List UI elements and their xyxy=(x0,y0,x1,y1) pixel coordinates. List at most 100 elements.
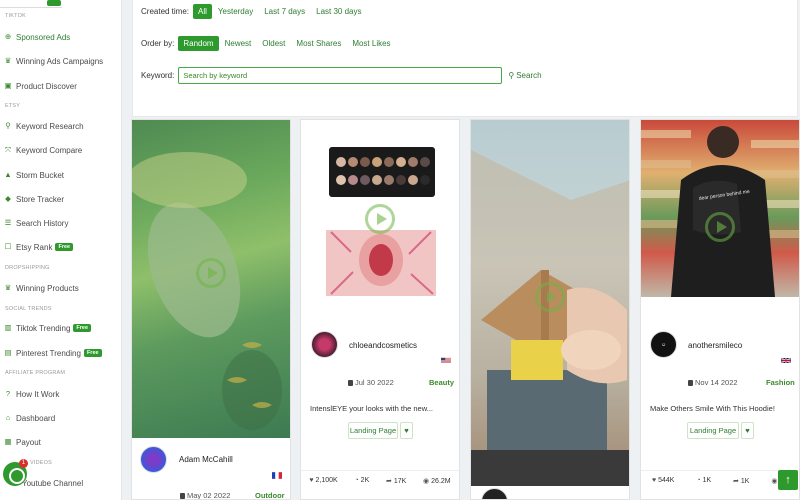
sidebar-item-winning-ads[interactable]: ♛ Winning Ads Campaigns xyxy=(4,53,104,69)
usa-flag-icon xyxy=(441,357,451,364)
post-date-text: Nov 14 2022 xyxy=(695,378,738,387)
comment-icon: ◔ xyxy=(354,477,359,484)
sidebar-top-pill xyxy=(47,0,61,6)
ad-card[interactable]: Adam McCahill May 02 2022 Outdoor xyxy=(131,119,291,500)
video-thumbnail[interactable] xyxy=(471,120,629,486)
views-count: 26.2M xyxy=(431,477,451,485)
created-option-30days[interactable]: Last 30 days xyxy=(311,4,366,19)
order-option-newest[interactable]: Newest xyxy=(220,36,257,51)
favorite-button[interactable]: ♥ xyxy=(400,422,413,439)
ad-card[interactable]: dear person behind me ☺ anothersmileco N… xyxy=(640,119,800,500)
sidebar-item-label: Etsy Rank xyxy=(16,242,53,252)
heart-icon: ♥ xyxy=(404,426,409,435)
video-thumbnail[interactable] xyxy=(301,120,459,305)
keyword-label: Keyword: xyxy=(141,71,175,80)
post-date: May 02 2022 xyxy=(180,491,231,500)
landing-page-button[interactable]: Landing Page xyxy=(687,422,739,439)
compare-icon: ⤧ xyxy=(5,145,11,154)
favorite-button[interactable]: ♥ xyxy=(741,422,754,439)
section-dropshipping: DROPSHIPPING xyxy=(5,265,50,271)
sidebar-item-winning-products[interactable]: ♛ Winning Products xyxy=(4,280,79,296)
sidebar-item-label: Winning Products xyxy=(16,283,79,293)
ad-card[interactable]: chloeandcosmetics Jul 30 2022 Beauty Int… xyxy=(300,119,460,500)
video-thumbnail[interactable]: dear person behind me xyxy=(641,120,799,297)
play-icon[interactable] xyxy=(196,258,226,288)
created-time-row: Created time: All Yesterday Last 7 days … xyxy=(141,4,368,19)
sidebar-item-youtube-channel[interactable]: Youtube Channel xyxy=(22,475,83,491)
sidebar-item-product-discover[interactable]: ▣ Product Discover xyxy=(4,78,77,94)
sidebar-top-tab[interactable] xyxy=(0,0,62,8)
section-tiktok: TIKTOK xyxy=(5,13,26,19)
avatar xyxy=(140,446,167,473)
order-by-row: Order by: Random Newest Oldest Most Shar… xyxy=(141,36,397,51)
comments-count: 1K xyxy=(702,477,712,484)
likes-count: 544K xyxy=(658,477,675,484)
sidebar-item-label: Dashboard xyxy=(16,413,56,423)
eye-icon: ◉ xyxy=(423,477,430,485)
order-option-most-likes[interactable]: Most Likes xyxy=(347,36,395,51)
sidebar-item-sponsored-ads[interactable]: ⊕ Sponsored Ads xyxy=(4,29,70,45)
keyword-input[interactable] xyxy=(178,67,503,84)
ad-description: IntenslEYE your looks with the new... xyxy=(310,404,433,413)
sidebar-item-keyword-compare[interactable]: ⤧ Keyword Compare xyxy=(4,142,82,158)
question-icon: ? xyxy=(5,389,11,398)
heart-icon: ♥ xyxy=(745,426,750,435)
sidebar-item-label: Tiktok Trending xyxy=(16,323,71,333)
play-icon[interactable] xyxy=(535,282,565,312)
share-icon: ➦ xyxy=(385,477,392,485)
post-date: Jul 30 2022 xyxy=(348,378,394,387)
heart-icon: ♥ xyxy=(651,477,657,484)
trophy-icon: ♛ xyxy=(4,283,12,292)
play-icon[interactable] xyxy=(705,212,735,242)
calendar-icon xyxy=(688,379,693,386)
stats-bar: ♥ 2,100K ◔ 2K ➦ 17K ◉ 26.2M xyxy=(301,470,459,490)
trophy-icon: ♛ xyxy=(4,56,12,65)
likes-stat: ♥ 2,100K xyxy=(309,477,337,484)
order-by-label: Order by: xyxy=(141,39,175,48)
sidebar-item-label: Product Discover xyxy=(16,81,77,91)
ad-description: Make Others Smile With This Hoodie! xyxy=(650,404,775,413)
sidebar-item-label: Youtube Channel xyxy=(22,478,84,488)
sidebar-item-storm-bucket[interactable]: ▲ Storm Bucket xyxy=(4,167,64,183)
free-badge: Free xyxy=(55,243,74,251)
likes-count: 2,100K xyxy=(315,477,338,484)
section-social-trends: SOCIAL TRENDS xyxy=(5,306,52,312)
sidebar-item-payout[interactable]: ▦ Payout xyxy=(4,434,40,450)
avatar: ☺ xyxy=(650,331,677,358)
created-option-all[interactable]: All xyxy=(193,4,212,19)
scroll-to-top-button[interactable]: ↑ xyxy=(778,470,798,490)
hoodie-photo-illustration: dear person behind me xyxy=(641,126,799,297)
created-option-yesterday[interactable]: Yesterday xyxy=(213,4,258,19)
landing-page-button[interactable]: Landing Page xyxy=(348,422,398,439)
views-stat: ◉ 26.2M xyxy=(423,477,451,485)
sidebar-item-tiktok-trending[interactable]: ▥ Tiktok Trending Free xyxy=(4,320,92,336)
avatar xyxy=(481,488,508,499)
sidebar: TIKTOK ⊕ Sponsored Ads ♛ Winning Ads Campa… xyxy=(0,0,122,500)
created-option-7days[interactable]: Last 7 days xyxy=(259,4,310,19)
sidebar-item-etsy-rank[interactable]: ☐ Etsy Rank Free xyxy=(4,239,74,255)
play-icon[interactable] xyxy=(365,204,395,234)
sidebar-item-pinterest-trending[interactable]: ▤ Pinterest Trending Free xyxy=(4,345,102,361)
sidebar-item-keyword-research[interactable]: ⚲ Keyword Research xyxy=(4,118,83,134)
pinterest-icon: ▤ xyxy=(4,348,12,357)
comment-icon: ◔ xyxy=(696,477,701,484)
sidebar-item-search-history[interactable]: ☰ Search History xyxy=(4,215,69,231)
post-date-text: May 02 2022 xyxy=(187,491,231,500)
video-thumbnail[interactable] xyxy=(132,120,290,438)
sidebar-item-store-tracker[interactable]: ◆ Store Tracker xyxy=(4,191,64,207)
category-label: Fashion xyxy=(766,378,795,387)
sidebar-item-label: Keyword Compare xyxy=(16,145,83,155)
search-button[interactable]: ⚲ Search xyxy=(508,71,541,80)
sidebar-item-dashboard[interactable]: ⌂ Dashboard xyxy=(4,410,55,426)
shares-stat: ➦ 1K xyxy=(733,477,749,485)
order-option-most-shares[interactable]: Most Shares xyxy=(291,36,346,51)
search-icon: ⚲ xyxy=(508,71,515,80)
ad-card[interactable] xyxy=(470,119,630,500)
order-option-random[interactable]: Random xyxy=(178,36,219,51)
sidebar-item-how-it-work[interactable]: ? How It Work xyxy=(4,386,60,402)
filter-panel: Created time: All Yesterday Last 7 days … xyxy=(132,0,798,117)
eye-icon: ◉ xyxy=(771,477,778,485)
chart-icon: ▥ xyxy=(4,323,12,332)
order-option-oldest[interactable]: Oldest xyxy=(257,36,290,51)
home-icon: ⌂ xyxy=(5,413,11,422)
